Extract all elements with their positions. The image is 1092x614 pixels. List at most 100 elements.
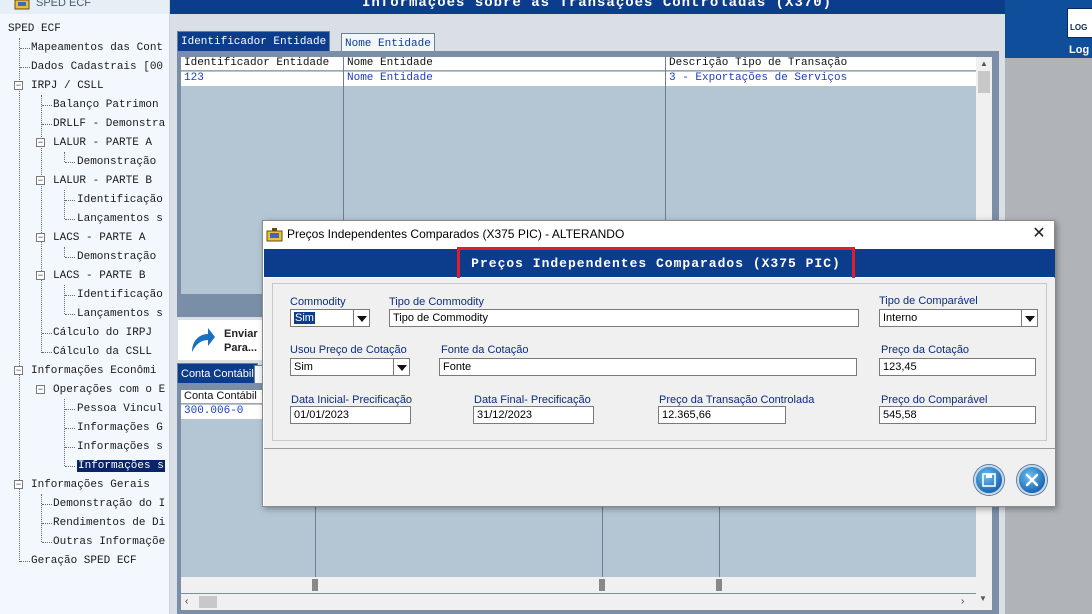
- tree-item-label: Demonstração: [77, 251, 157, 263]
- save-button[interactable]: [974, 465, 1004, 495]
- tree-line: [65, 295, 75, 296]
- grid-header-descricao[interactable]: Descrição Tipo de Transação: [666, 57, 976, 71]
- grid-cell-nome[interactable]: Nome Entidade: [344, 72, 666, 86]
- collapse-toggle-icon[interactable]: −: [14, 366, 23, 375]
- tree-line: [64, 285, 65, 314]
- tree-line: [20, 561, 30, 562]
- tree-item-lacs-a[interactable]: LACS - PARTE A: [53, 228, 145, 247]
- grid-cell-descricao[interactable]: 3 - Exportações de Serviços: [666, 72, 976, 86]
- tree-item-info-s-1[interactable]: Informações s: [77, 437, 163, 456]
- fields-group: Commodity Sim Tipo de Commodity Tipo de …: [272, 283, 1047, 441]
- usou-preco-select[interactable]: Sim: [290, 358, 410, 376]
- usou-preco-label: Usou Preço de Cotação: [290, 344, 407, 356]
- cancel-button[interactable]: [1017, 465, 1047, 495]
- dialog-title: Preços Independentes Comparados (X375 PI…: [287, 227, 625, 241]
- tree-item-lacs-b-lancamentos[interactable]: Lançamentos s: [77, 304, 163, 323]
- grid-cell-conta[interactable]: 300.006-0: [181, 405, 263, 419]
- tree-item-balanco[interactable]: Balanço Patrimon: [53, 95, 159, 114]
- tipo-commodity-input[interactable]: Tipo de Commodity: [389, 309, 859, 327]
- tree-item-lalur-a[interactable]: LALUR - PARTE A: [53, 133, 152, 152]
- chevron-down-icon[interactable]: [393, 359, 409, 375]
- scroll-up-icon[interactable]: ▲: [979, 60, 989, 68]
- collapse-toggle-icon[interactable]: −: [36, 138, 45, 147]
- tree-line: [65, 428, 75, 429]
- preco-comparavel-input[interactable]: 545,58: [879, 406, 1036, 424]
- tree-item-sped-ecf[interactable]: SPED ECF: [8, 19, 61, 38]
- log-button[interactable]: LOG Log: [1005, 0, 1092, 58]
- collapse-toggle-icon[interactable]: −: [36, 233, 45, 242]
- tree-item-lalur-a-demonstracao[interactable]: Demonstração: [77, 152, 156, 171]
- scroll-thumb[interactable]: [312, 579, 318, 591]
- grid-cell-identificador[interactable]: 123: [181, 72, 344, 86]
- scroll-right-icon[interactable]: ›: [961, 596, 964, 607]
- dialog-titlebar[interactable]: Preços Independentes Comparados (X375 PI…: [263, 221, 1054, 248]
- tab-conta-contabil[interactable]: Conta Contábil: [177, 363, 258, 383]
- collapse-toggle-icon[interactable]: −: [14, 81, 23, 90]
- tree-item-mapeamentos[interactable]: Mapeamentos das Cont: [31, 38, 163, 57]
- lower-horizontal-scrollbar-2[interactable]: ‹ ›: [181, 594, 976, 610]
- scroll-thumb[interactable]: [716, 579, 722, 591]
- tipo-comparavel-select[interactable]: Interno: [879, 309, 1038, 327]
- data-final-input[interactable]: 31/12/2023: [473, 406, 594, 424]
- commodity-select[interactable]: Sim: [290, 309, 370, 327]
- tree-item-info-economicas[interactable]: Informações Econômi: [31, 361, 156, 380]
- tree-item-calculo-csll[interactable]: Cálculo da CSLL: [53, 342, 152, 361]
- commodity-value: Sim: [294, 312, 315, 324]
- tree-item-outras-info[interactable]: Outras Informaçõe: [53, 532, 165, 551]
- tree-item-label: LACS - PARTE B: [53, 270, 146, 282]
- tree-item-pessoa-vinculada[interactable]: Pessoa Vincul: [77, 399, 163, 418]
- tree-line: [65, 257, 75, 258]
- tree-item-info-g[interactable]: Informações G: [77, 418, 163, 437]
- collapse-toggle-icon[interactable]: −: [36, 176, 45, 185]
- tree-item-operacoes[interactable]: Operações com o E: [53, 380, 165, 399]
- tree-item-rendimentos[interactable]: Rendimentos de Di: [53, 513, 165, 532]
- tipo-comparavel-label: Tipo de Comparável: [879, 295, 978, 307]
- scroll-left-icon[interactable]: ‹: [185, 596, 188, 607]
- tree-item-drllf[interactable]: DRLLF - Demonstra: [53, 114, 165, 133]
- tree-item-lalur-b-lancamentos[interactable]: Lançamentos s: [77, 209, 163, 228]
- collapse-toggle-icon[interactable]: −: [14, 480, 23, 489]
- chevron-down-icon[interactable]: [1021, 310, 1037, 326]
- preco-cotacao-input[interactable]: 123,45: [879, 358, 1036, 376]
- tree-item-info-s-selected[interactable]: Informações s: [77, 456, 165, 475]
- lower-horizontal-scrollbar-1[interactable]: [181, 577, 976, 593]
- tree-item-geracao-sped[interactable]: Geração SPED ECF: [31, 551, 137, 570]
- tree-item-label: Rendimentos de Di: [53, 517, 166, 529]
- tree-item-lacs-b-identificacao[interactable]: Identificação: [77, 285, 163, 304]
- preco-transacao-input[interactable]: 12.365,66: [658, 406, 786, 424]
- scroll-down-icon[interactable]: ▼: [979, 594, 987, 603]
- fonte-cotacao-input[interactable]: Fonte: [439, 358, 857, 376]
- tab-identificador-entidade[interactable]: Identificador Entidade: [177, 31, 331, 51]
- scroll-thumb[interactable]: [199, 596, 217, 608]
- log-icon-label: LOG: [1070, 23, 1088, 32]
- scroll-thumb[interactable]: [978, 71, 990, 93]
- tree-item-lacs-b[interactable]: LACS - PARTE B: [53, 266, 145, 285]
- enviar-para-button[interactable]: Enviar Para...: [178, 320, 268, 360]
- grid-header-nome[interactable]: Nome Entidade: [344, 57, 666, 71]
- tree-item-demonstracao-di[interactable]: Demonstração do I: [53, 494, 165, 513]
- collapse-toggle-icon[interactable]: −: [36, 385, 45, 394]
- tree-item-lalur-b[interactable]: LALUR - PARTE B: [53, 171, 152, 190]
- fonte-cotacao-label: Fonte da Cotação: [441, 344, 529, 356]
- close-icon[interactable]: ✕: [1028, 224, 1050, 244]
- tipo-commodity-label: Tipo de Commodity: [389, 296, 484, 308]
- chevron-down-icon[interactable]: [353, 310, 369, 326]
- collapse-toggle-icon[interactable]: −: [36, 271, 45, 280]
- tree-line: [65, 219, 75, 220]
- scroll-thumb[interactable]: [599, 579, 605, 591]
- grid-header-identificador[interactable]: Identificador Entidade: [181, 57, 344, 71]
- data-inicial-input[interactable]: 01/01/2023: [290, 406, 411, 424]
- tree-item-label: Operações com o E: [53, 384, 166, 396]
- tree-item-calculo-irpj[interactable]: Cálculo do IRPJ: [53, 323, 152, 342]
- tree-item-info-gerais[interactable]: Informações Gerais: [31, 475, 150, 494]
- tree-item-lacs-a-demonstracao[interactable]: Demonstração: [77, 247, 156, 266]
- tree-line: [65, 447, 75, 448]
- grid-header-conta-contabil[interactable]: Conta Contábil: [181, 390, 263, 404]
- tree-item-label: Informações Gerais: [31, 479, 150, 491]
- tree-item-dados-cadastrais[interactable]: Dados Cadastrais [00: [31, 57, 163, 76]
- tree-item-lalur-b-identificacao[interactable]: Identificação: [77, 190, 163, 209]
- tab-nome-entidade[interactable]: Nome Entidade: [341, 33, 435, 51]
- tree-item-irpj-csll[interactable]: IRPJ / CSLL: [31, 76, 104, 95]
- preco-transacao-label: Preço da Transação Controlada: [659, 394, 815, 406]
- tree-item-label: Pessoa Vincul: [77, 403, 163, 415]
